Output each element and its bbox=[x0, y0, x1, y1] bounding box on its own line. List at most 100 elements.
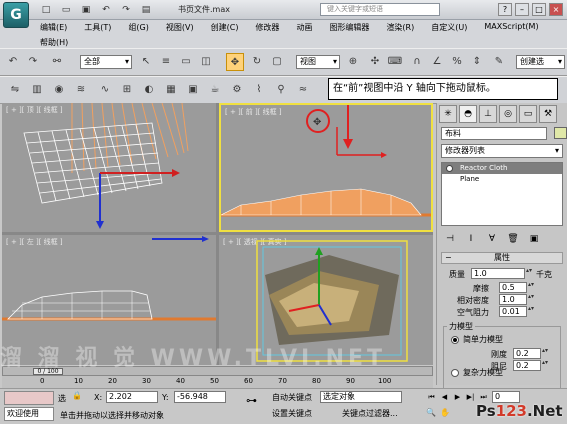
remove-modifier-icon[interactable]: 🗑 bbox=[506, 232, 520, 246]
minimize-button[interactable]: – bbox=[515, 3, 529, 16]
viewport-front[interactable]: [ + ][ 前 ][ 线框 ] ✥ bbox=[219, 103, 433, 232]
next-frame-icon[interactable]: ▶| bbox=[465, 392, 476, 403]
time-slider-track[interactable]: 0 / 100 bbox=[2, 366, 433, 376]
stiffness-spinner[interactable]: ▴▾ bbox=[542, 348, 548, 359]
material-editor-icon[interactable]: ◐ bbox=[140, 81, 158, 99]
air-resistance-spinner[interactable]: ▴▾ bbox=[528, 306, 534, 317]
mass-spinner[interactable]: ▴▾ bbox=[526, 268, 532, 279]
rigid-body-icon[interactable]: ◉ bbox=[50, 81, 68, 99]
viewport-perspective[interactable]: [ + ][ 透视 ][ 真实 ] bbox=[219, 235, 433, 365]
bulb-icon[interactable] bbox=[446, 165, 453, 172]
maximize-button[interactable]: □ bbox=[532, 3, 546, 16]
key-filters-button[interactable]: 关键点过滤器... bbox=[342, 408, 398, 419]
y-coord-input[interactable]: -56.948 bbox=[174, 391, 226, 403]
tab-utilities-icon[interactable]: ⚒ bbox=[539, 105, 557, 123]
angle-snap-icon[interactable]: ∠ bbox=[428, 53, 446, 71]
menu-help[interactable]: 帮助(H) bbox=[40, 37, 68, 48]
spinner-snap-icon[interactable]: ⇕ bbox=[468, 53, 486, 71]
rect-selection-icon[interactable]: ▭ bbox=[177, 53, 195, 71]
curve-editor-icon[interactable]: ∿ bbox=[96, 81, 114, 99]
damping-spinner[interactable]: ▴▾ bbox=[542, 360, 548, 371]
stiffness-input[interactable]: 0.2 bbox=[513, 348, 541, 359]
menu-tools[interactable]: 工具(T) bbox=[84, 22, 111, 33]
undo-toolbar-icon[interactable]: ↶ bbox=[4, 53, 22, 71]
track-bar[interactable]: 0 10 20 30 40 50 60 70 80 90 100 bbox=[2, 376, 433, 388]
search-input[interactable]: 键入关键字或短语 bbox=[320, 3, 440, 16]
modifier-list-dropdown[interactable]: 修改器列表 bbox=[441, 144, 563, 158]
mirror-icon[interactable]: ⇋ bbox=[6, 81, 24, 99]
select-manipulate-icon[interactable]: ✣ bbox=[366, 53, 384, 71]
tab-modify-icon[interactable]: ◓ bbox=[459, 105, 477, 123]
undo-icon[interactable]: ↶ bbox=[100, 4, 112, 16]
lock-selection-icon[interactable]: 🔒 bbox=[72, 391, 82, 400]
configure-sets-icon[interactable]: ▣ bbox=[527, 232, 541, 246]
x-coord-input[interactable]: 2.202 bbox=[106, 391, 158, 403]
hinge-icon[interactable]: ⚲ bbox=[272, 81, 290, 99]
properties-rollout-header[interactable]: − 属性 bbox=[441, 252, 563, 264]
menu-modifiers[interactable]: 修改器 bbox=[255, 22, 279, 33]
keyboard-shortcut-icon[interactable]: ⌨ bbox=[386, 53, 404, 71]
rendered-frame-icon[interactable]: ▣ bbox=[184, 81, 202, 99]
wind-icon[interactable]: ≈ bbox=[294, 81, 312, 99]
menu-group[interactable]: 组(G) bbox=[128, 22, 148, 33]
pin-stack-icon[interactable]: ⊣ bbox=[443, 232, 457, 246]
constraint-icon[interactable]: ⚙ bbox=[228, 81, 246, 99]
save-icon[interactable]: ▣ bbox=[80, 4, 92, 16]
viewport-top[interactable]: [ + ][ 顶 ][ 线框 ] bbox=[2, 103, 216, 232]
air-resistance-input[interactable]: 0.01 bbox=[499, 306, 527, 317]
redo-toolbar-icon[interactable]: ↷ bbox=[24, 53, 42, 71]
stack-item-plane[interactable]: Plane bbox=[442, 174, 562, 185]
make-unique-icon[interactable]: ∀ bbox=[485, 232, 499, 246]
render-setup-icon[interactable]: ▦ bbox=[162, 81, 180, 99]
object-color-swatch[interactable] bbox=[553, 127, 567, 139]
play-icon[interactable]: ▶ bbox=[452, 392, 463, 403]
tab-motion-icon[interactable]: ◎ bbox=[499, 105, 517, 123]
mass-input[interactable]: 1.0 bbox=[471, 268, 525, 279]
go-to-start-icon[interactable]: ⏮ bbox=[426, 392, 437, 403]
zoom-icon[interactable]: 🔍 bbox=[426, 408, 436, 417]
menu-graph-editors[interactable]: 图形编辑器 bbox=[329, 22, 369, 33]
tab-hierarchy-icon[interactable]: ⊥ bbox=[479, 105, 497, 123]
select-and-move-icon[interactable]: ✥ bbox=[226, 53, 244, 71]
schematic-view-icon[interactable]: ⊞ bbox=[118, 81, 136, 99]
show-end-result-icon[interactable]: Ⅰ bbox=[464, 232, 478, 246]
pivot-center-icon[interactable]: ⊕ bbox=[344, 53, 362, 71]
previous-frame-icon[interactable]: ◀ bbox=[439, 392, 450, 403]
named-selection-dropdown[interactable]: 创建选 bbox=[516, 55, 565, 69]
cloth-icon[interactable]: ≋ bbox=[72, 81, 90, 99]
menu-create[interactable]: 创建(C) bbox=[211, 22, 239, 33]
select-and-scale-icon[interactable]: ▢ bbox=[268, 53, 286, 71]
object-name-input[interactable]: 布料 bbox=[441, 127, 547, 140]
viewport-left[interactable]: [ + ][ 左 ][ 线框 ] bbox=[2, 235, 216, 365]
menu-rendering[interactable]: 渲染(R) bbox=[386, 22, 414, 33]
simple-force-model-radio[interactable] bbox=[451, 336, 459, 344]
stack-item-reactor-cloth[interactable]: Reactor Cloth bbox=[442, 163, 562, 174]
relative-density-input[interactable]: 1.0 bbox=[499, 294, 527, 305]
friction-spinner[interactable]: ▴▾ bbox=[528, 282, 534, 293]
window-crossing-icon[interactable]: ◫ bbox=[197, 53, 215, 71]
friction-input[interactable]: 0.5 bbox=[499, 282, 527, 293]
app-logo-button[interactable]: G bbox=[3, 2, 29, 28]
selection-filter-dropdown[interactable]: 全部 bbox=[80, 55, 132, 69]
render-icon[interactable]: ☕ bbox=[206, 81, 224, 99]
complex-force-model-radio[interactable] bbox=[451, 369, 459, 377]
maxscript-listener[interactable] bbox=[4, 391, 54, 405]
help-icon[interactable]: ? bbox=[498, 3, 512, 16]
select-object-icon[interactable]: ↖ bbox=[137, 53, 155, 71]
tab-create-icon[interactable]: ✳ bbox=[439, 105, 457, 123]
menu-maxscript[interactable]: MAXScript(M) bbox=[484, 22, 538, 33]
layer-icon[interactable]: ▥ bbox=[28, 81, 46, 99]
select-by-name-icon[interactable]: ≡ bbox=[157, 53, 175, 71]
tab-display-icon[interactable]: ▭ bbox=[519, 105, 537, 123]
time-slider[interactable]: 0 / 100 bbox=[33, 368, 63, 375]
damping-input[interactable]: 0.2 bbox=[513, 360, 541, 371]
menu-animation[interactable]: 动画 bbox=[296, 22, 312, 33]
key-target-dropdown[interactable]: 选定对象 bbox=[320, 391, 402, 403]
select-link-icon[interactable]: ⚯ bbox=[48, 53, 66, 71]
percent-snap-icon[interactable]: % bbox=[448, 53, 466, 71]
auto-key-button[interactable]: 自动关键点 bbox=[272, 392, 312, 403]
pan-icon[interactable]: ✋ bbox=[440, 408, 450, 417]
relative-density-spinner[interactable]: ▴▾ bbox=[528, 294, 534, 305]
snap-toggle-icon[interactable]: ∩ bbox=[408, 53, 426, 71]
project-folder-icon[interactable]: ▤ bbox=[140, 4, 152, 16]
